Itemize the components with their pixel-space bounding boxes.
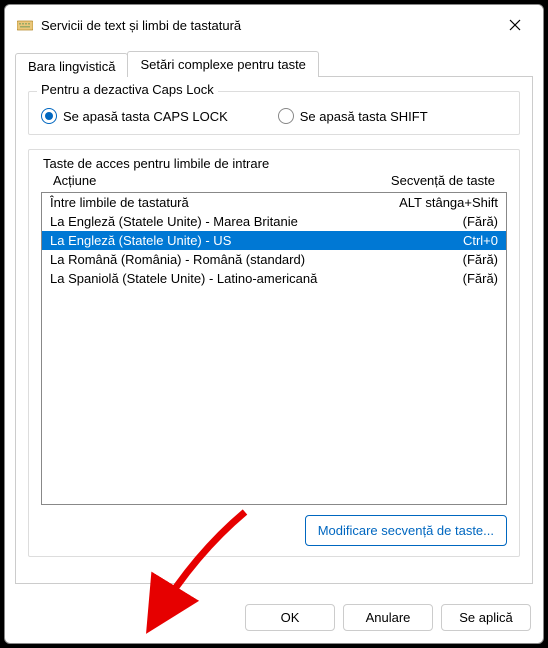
apply-button[interactable]: Se aplică — [441, 604, 531, 631]
list-row[interactable]: La Engleză (Statele Unite) - US Ctrl+0 — [42, 231, 506, 250]
radio-indicator-unchecked — [278, 108, 294, 124]
ok-button[interactable]: OK — [245, 604, 335, 631]
list-header: Acțiune Secvență de taste — [41, 171, 507, 192]
tab-panel: Pentru a dezactiva Caps Lock Se apasă ta… — [15, 76, 533, 584]
row-action: Între limbile de tastatură — [50, 195, 378, 210]
radio-caps-lock-label: Se apasă tasta CAPS LOCK — [63, 109, 228, 124]
hotkeys-list[interactable]: Între limbile de tastatură ALT stânga+Sh… — [41, 192, 507, 505]
content-area: Bara lingvistică Setări complexe pentru … — [5, 45, 543, 594]
footer-buttons: OK Anulare Se aplică — [5, 594, 543, 643]
list-row[interactable]: La Română (România) - Română (standard) … — [42, 250, 506, 269]
close-icon — [509, 19, 521, 31]
radio-caps-lock[interactable]: Se apasă tasta CAPS LOCK — [41, 108, 228, 124]
row-action: La Engleză (Statele Unite) - US — [50, 233, 378, 248]
radio-shift-label: Se apasă tasta SHIFT — [300, 109, 428, 124]
list-row[interactable]: Între limbile de tastatură ALT stânga+Sh… — [42, 193, 506, 212]
dialog-window: Servicii de text și limbi de tastatură B… — [4, 4, 544, 644]
hotkeys-legend: Taste de acces pentru limbile de intrare — [41, 156, 507, 171]
title-bar: Servicii de text și limbi de tastatură — [5, 5, 543, 45]
caps-radio-row: Se apasă tasta CAPS LOCK Se apasă tasta … — [41, 108, 507, 124]
row-action: La Română (România) - Română (standard) — [50, 252, 378, 267]
col-keys: Secvență de taste — [371, 173, 501, 188]
row-keys: (Fără) — [378, 252, 498, 267]
hotkeys-group: Taste de acces pentru limbile de intrare… — [28, 149, 520, 557]
tab-strip: Bara lingvistică Setări complexe pentru … — [15, 51, 533, 77]
change-button-row: Modificare secvență de taste... — [41, 515, 507, 546]
tab-advanced-keys[interactable]: Setări complexe pentru taste — [127, 51, 318, 77]
list-row[interactable]: La Spaniolă (Statele Unite) - Latino-ame… — [42, 269, 506, 288]
caps-lock-group: Pentru a dezactiva Caps Lock Se apasă ta… — [28, 91, 520, 135]
caps-lock-legend: Pentru a dezactiva Caps Lock — [37, 82, 218, 97]
cancel-button[interactable]: Anulare — [343, 604, 433, 631]
radio-indicator-checked — [41, 108, 57, 124]
row-keys: (Fără) — [378, 271, 498, 286]
row-action: La Spaniolă (Statele Unite) - Latino-ame… — [50, 271, 378, 286]
row-keys: Ctrl+0 — [378, 233, 498, 248]
tab-language-bar[interactable]: Bara lingvistică — [15, 53, 128, 77]
row-action: La Engleză (Statele Unite) - Marea Brita… — [50, 214, 378, 229]
col-action: Acțiune — [47, 173, 371, 188]
keyboard-icon — [17, 17, 33, 33]
row-keys: ALT stânga+Shift — [378, 195, 498, 210]
close-button[interactable] — [499, 13, 531, 37]
change-key-sequence-button[interactable]: Modificare secvență de taste... — [305, 515, 507, 546]
row-keys: (Fără) — [378, 214, 498, 229]
radio-shift[interactable]: Se apasă tasta SHIFT — [278, 108, 428, 124]
window-title: Servicii de text și limbi de tastatură — [41, 18, 491, 33]
list-row[interactable]: La Engleză (Statele Unite) - Marea Brita… — [42, 212, 506, 231]
